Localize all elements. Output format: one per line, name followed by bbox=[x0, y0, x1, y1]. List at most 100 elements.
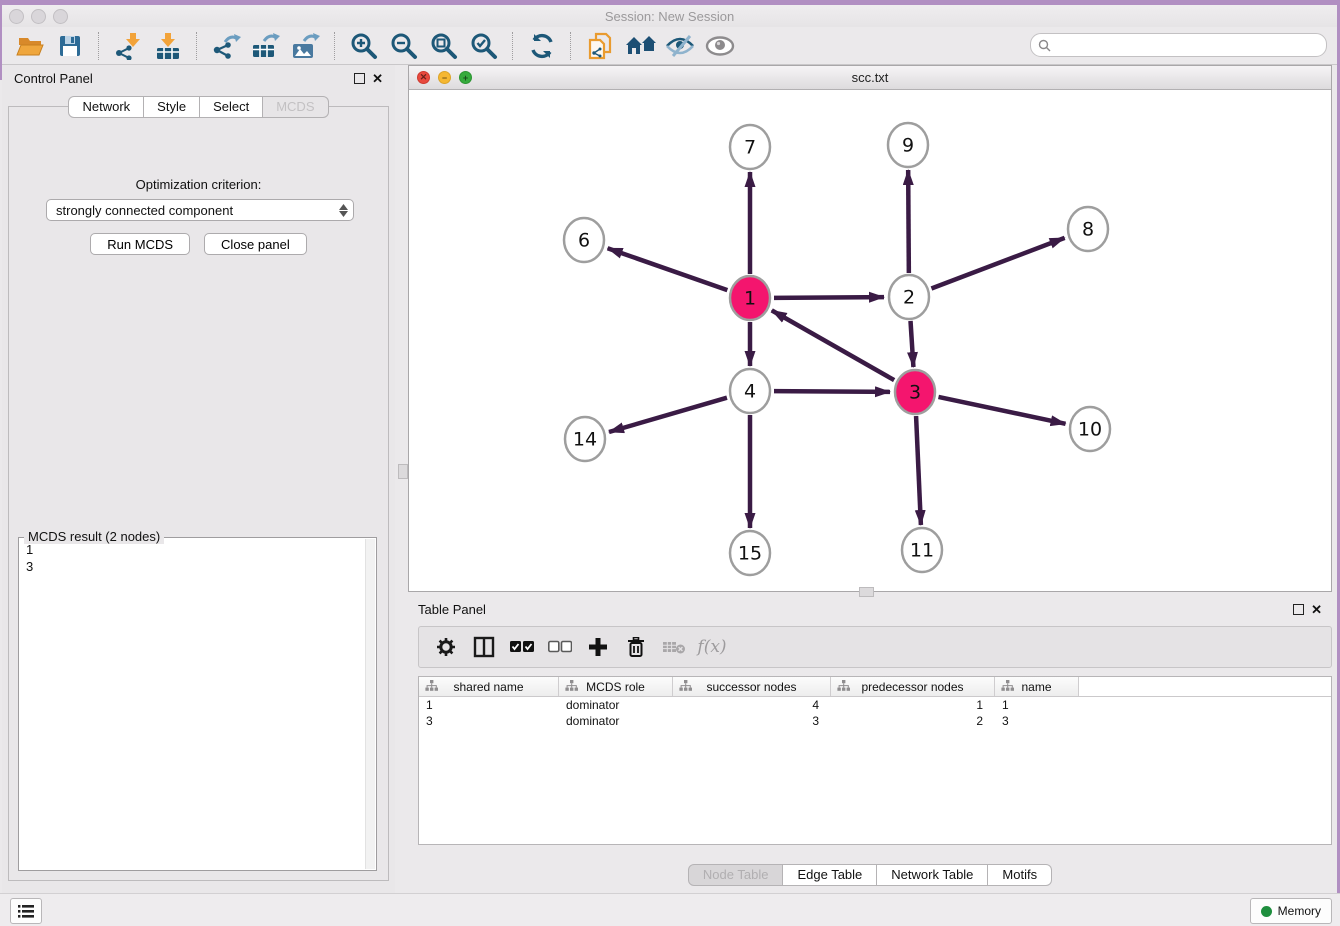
column-header-name[interactable]: name bbox=[995, 677, 1079, 696]
column-header-predecessor-nodes[interactable]: predecessor nodes bbox=[831, 677, 995, 696]
first-neighbors-houses-icon[interactable] bbox=[622, 29, 658, 63]
graph-edge-1-6[interactable] bbox=[608, 248, 728, 290]
graph-node-6[interactable] bbox=[564, 218, 604, 262]
graph-node-1[interactable] bbox=[730, 276, 770, 320]
mcds-result-box: MCDS result (2 nodes) 1 3 bbox=[18, 537, 377, 871]
column-header-successor-nodes[interactable]: successor nodes bbox=[673, 677, 831, 696]
task-history-button[interactable] bbox=[10, 898, 42, 924]
add-icon[interactable] bbox=[583, 632, 613, 662]
tab-motifs[interactable]: Motifs bbox=[988, 864, 1052, 886]
zoom-selected-icon[interactable] bbox=[466, 29, 502, 63]
network-window-title: scc.txt bbox=[409, 70, 1331, 85]
save-session-icon[interactable] bbox=[52, 29, 88, 63]
result-scrollbar[interactable] bbox=[365, 539, 375, 869]
graph-node-10[interactable] bbox=[1070, 407, 1110, 451]
graph-node-15[interactable] bbox=[730, 531, 770, 575]
gear-icon[interactable] bbox=[431, 632, 461, 662]
toolbar-separator bbox=[570, 32, 572, 60]
graph-edge-2-8[interactable] bbox=[931, 238, 1064, 289]
deselect-all-checkboxes-icon[interactable] bbox=[545, 632, 575, 662]
show-columns-icon[interactable] bbox=[469, 632, 499, 662]
graph-edge-3-10[interactable] bbox=[938, 397, 1065, 424]
column-hierarchy-icon bbox=[425, 680, 438, 692]
import-network-icon[interactable] bbox=[110, 29, 146, 63]
import-table-icon[interactable] bbox=[150, 29, 186, 63]
table-row[interactable]: 3dominator323 bbox=[419, 713, 1331, 729]
mcds-result-list[interactable]: 1 3 bbox=[26, 541, 33, 575]
close-panel-button[interactable]: Close panel bbox=[204, 233, 307, 255]
run-mcds-button[interactable]: Run MCDS bbox=[90, 233, 190, 255]
table-cell: 1 bbox=[995, 698, 1079, 712]
network-canvas[interactable]: 7968124314101511 bbox=[409, 90, 1331, 592]
status-bar: Memory bbox=[0, 893, 1340, 926]
delete-table-icon[interactable] bbox=[659, 632, 689, 662]
graph-edge-4-14[interactable] bbox=[609, 398, 727, 432]
network-window-titlebar: ✕ − + scc.txt bbox=[409, 66, 1331, 90]
graph-edge-3-1[interactable] bbox=[772, 310, 894, 380]
delete-trash-icon[interactable] bbox=[621, 632, 651, 662]
graph-node-9[interactable] bbox=[888, 123, 928, 167]
graph-node-3[interactable] bbox=[895, 370, 935, 414]
graph-edge-1-2[interactable] bbox=[774, 297, 884, 298]
graph-node-4[interactable] bbox=[730, 369, 770, 413]
hide-selected-eye-icon[interactable] bbox=[662, 29, 698, 63]
export-network-icon[interactable] bbox=[208, 29, 244, 63]
search-input[interactable] bbox=[1055, 35, 1326, 55]
toolbar-separator bbox=[334, 32, 336, 60]
column-header-shared-name[interactable]: shared name bbox=[419, 677, 559, 696]
refresh-icon[interactable] bbox=[524, 29, 560, 63]
main-toolbar bbox=[2, 27, 1337, 65]
tab-mcds[interactable]: MCDS bbox=[263, 96, 328, 118]
close-panel-icon[interactable]: ✕ bbox=[372, 74, 383, 83]
export-table-icon[interactable] bbox=[248, 29, 284, 63]
new-network-from-selection-icon[interactable] bbox=[582, 29, 618, 63]
open-session-icon[interactable] bbox=[12, 29, 48, 63]
criterion-dropdown[interactable]: strongly connected component bbox=[46, 199, 354, 221]
graph-node-11[interactable] bbox=[902, 528, 942, 572]
tab-style[interactable]: Style bbox=[144, 96, 200, 118]
table-tab-bar: Node TableEdge TableNetwork TableMotifs bbox=[408, 864, 1332, 886]
control-panel: Control Panel ✕ NetworkStyleSelectMCDS O… bbox=[2, 65, 395, 893]
export-image-icon[interactable] bbox=[288, 29, 324, 63]
zoom-fit-icon[interactable] bbox=[426, 29, 462, 63]
table-row[interactable]: 1dominator411 bbox=[419, 697, 1331, 713]
function-builder-icon[interactable]: f(x) bbox=[697, 632, 727, 662]
graph-edge-4-3[interactable] bbox=[774, 391, 890, 392]
network-view-window: ✕ − + scc.txt 7968124314101511 bbox=[408, 65, 1332, 592]
show-all-eye-icon[interactable] bbox=[702, 29, 738, 63]
graph-node-7[interactable] bbox=[730, 125, 770, 169]
table-cell: 4 bbox=[673, 698, 831, 712]
tab-network-table[interactable]: Network Table bbox=[877, 864, 988, 886]
table-cell: dominator bbox=[559, 714, 673, 728]
tab-select[interactable]: Select bbox=[200, 96, 263, 118]
tab-network[interactable]: Network bbox=[68, 96, 144, 118]
graph-node-2[interactable] bbox=[889, 275, 929, 319]
splitter-handle-vertical[interactable] bbox=[398, 464, 408, 479]
graph-node-14[interactable] bbox=[565, 417, 605, 461]
table-panel-title: Table Panel bbox=[418, 602, 486, 617]
memory-status-icon bbox=[1261, 906, 1272, 917]
graph-edge-3-11[interactable] bbox=[916, 416, 921, 525]
window-title: Session: New Session bbox=[2, 9, 1337, 24]
column-header-label: MCDS role bbox=[586, 680, 645, 694]
graph-node-8[interactable] bbox=[1068, 207, 1108, 251]
column-header-label: name bbox=[1021, 680, 1051, 694]
tab-edge-table[interactable]: Edge Table bbox=[783, 864, 877, 886]
graph-edge-2-3[interactable] bbox=[911, 321, 914, 367]
select-all-checkboxes-icon[interactable] bbox=[507, 632, 537, 662]
float-panel-icon[interactable] bbox=[1293, 604, 1304, 615]
search-box bbox=[1030, 33, 1327, 57]
column-header-label: successor nodes bbox=[706, 680, 796, 694]
column-hierarchy-icon bbox=[679, 680, 692, 692]
list-icon bbox=[18, 905, 34, 918]
close-panel-icon[interactable]: ✕ bbox=[1311, 605, 1322, 614]
zoom-out-icon[interactable] bbox=[386, 29, 422, 63]
tab-node-table[interactable]: Node Table bbox=[688, 864, 784, 886]
memory-button[interactable]: Memory bbox=[1250, 898, 1332, 924]
float-panel-icon[interactable] bbox=[354, 73, 365, 84]
column-header-MCDS-role[interactable]: MCDS role bbox=[559, 677, 673, 696]
graph-edge-2-9[interactable] bbox=[908, 170, 909, 273]
toolbar-separator bbox=[196, 32, 198, 60]
table-panel-header: Table Panel ✕ bbox=[408, 596, 1332, 622]
zoom-in-icon[interactable] bbox=[346, 29, 382, 63]
